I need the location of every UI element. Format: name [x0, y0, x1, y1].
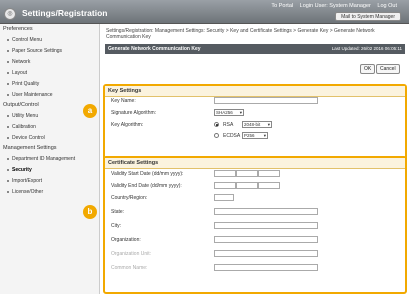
- validity-end-year-input[interactable]: [258, 182, 280, 189]
- common-name-input[interactable]: [214, 264, 318, 271]
- validity-start-label: Validity Start Date (dd/mm yyyy):: [111, 171, 184, 177]
- ecdsa-radio[interactable]: [214, 133, 219, 138]
- main-content: Settings/Registration: Management Settin…: [101, 24, 409, 306]
- country-region-label: Country/Region:: [111, 195, 148, 201]
- login-user-label: Login User: System Manager: [299, 3, 371, 9]
- breadcrumb: Settings/Registration: Management Settin…: [106, 28, 375, 40]
- rsa-label: RSA: [223, 122, 234, 128]
- key-name-input[interactable]: [214, 97, 318, 104]
- sidebar-item-paper-source-settings[interactable]: Paper Source Settings: [0, 45, 99, 56]
- key-name-label: Key Name:: [111, 98, 136, 104]
- sidebar-item-control-menu[interactable]: Control Menu: [0, 34, 99, 45]
- validity-end-day-input[interactable]: [214, 182, 236, 189]
- city-label: City:: [111, 223, 121, 229]
- callout-badge-b: b: [83, 205, 97, 219]
- organization-label: Organization:: [111, 237, 141, 243]
- validity-end-label: Validity End Date (dd/mm yyyy):: [111, 183, 182, 189]
- ecdsa-curve-select[interactable]: P256: [242, 132, 268, 139]
- sidebar-item-department-id-management[interactable]: Department ID Management: [0, 153, 99, 164]
- sidebar-item-security[interactable]: Security: [0, 164, 99, 175]
- certificate-settings-title: Certificate Settings: [105, 158, 405, 169]
- app-title: Settings/Registration: [22, 8, 108, 18]
- ecdsa-label: ECDSA: [223, 133, 241, 139]
- nav-group-preferences: Preferences: [3, 26, 33, 32]
- cancel-button[interactable]: Cancel: [376, 64, 400, 74]
- to-portal-link[interactable]: To Portal: [271, 3, 293, 9]
- organization-input[interactable]: [214, 236, 318, 243]
- validity-start-day-input[interactable]: [214, 170, 236, 177]
- app-logo-icon: ◎: [4, 8, 16, 20]
- top-bar: ◎ Settings/Registration To Portal Login …: [0, 0, 409, 24]
- page-title: Generate Network Communication Key: [108, 46, 201, 52]
- top-links: To Portal Login User: System Manager Log…: [266, 3, 397, 9]
- nav-group-management-settings: Management Settings: [3, 145, 57, 151]
- sidebar-item-print-quality[interactable]: Print Quality: [0, 78, 99, 89]
- organization-unit-label: Organization Unit:: [111, 251, 152, 257]
- key-settings-title: Key Settings: [105, 86, 405, 97]
- last-updated: Last Updated: 26/02 2016 06:05:11: [331, 46, 402, 51]
- key-algorithm-label: Key Algorithm:: [111, 122, 144, 128]
- organization-unit-input[interactable]: [214, 250, 318, 257]
- sidebar-item-network[interactable]: Network: [0, 56, 99, 67]
- ok-button[interactable]: OK: [360, 64, 376, 74]
- sidebar-item-import-export[interactable]: Import/Export: [0, 175, 99, 186]
- common-name-label: Common Name:: [111, 265, 148, 271]
- validity-end-month-input[interactable]: [236, 182, 258, 189]
- log-out-link[interactable]: Log Out: [377, 3, 397, 9]
- sidebar-item-device-control[interactable]: Device Control: [0, 132, 99, 143]
- signature-algorithm-label: Signature Algorithm:: [111, 110, 157, 116]
- sidebar-item-license-other[interactable]: License/Other: [0, 186, 99, 197]
- certificate-settings-panel: Certificate Settings Validity Start Date…: [103, 156, 407, 294]
- key-settings-panel: Key Settings Key Name: Signature Algorit…: [103, 84, 407, 166]
- validity-start-year-input[interactable]: [258, 170, 280, 177]
- callout-badge-a: a: [83, 104, 97, 118]
- signature-algorithm-select[interactable]: SHA256: [214, 109, 244, 116]
- rsa-bit-select[interactable]: 2048-bit: [242, 121, 272, 128]
- sidebar-item-calibration[interactable]: Calibration: [0, 121, 99, 132]
- state-label: State:: [111, 209, 125, 215]
- sidebar-item-layout[interactable]: Layout: [0, 67, 99, 78]
- sidebar-item-user-maintenance[interactable]: User Maintenance: [0, 89, 99, 100]
- rsa-radio[interactable]: [214, 122, 219, 127]
- validity-start-month-input[interactable]: [236, 170, 258, 177]
- state-input[interactable]: [214, 208, 318, 215]
- sidebar: Preferences Control Menu Paper Source Se…: [0, 24, 100, 294]
- mail-to-system-manager-button[interactable]: Mail to System Manager: [335, 12, 401, 21]
- city-input[interactable]: [214, 222, 318, 229]
- country-region-input[interactable]: [214, 194, 234, 201]
- page-header: Generate Network Communication Key Last …: [105, 44, 405, 54]
